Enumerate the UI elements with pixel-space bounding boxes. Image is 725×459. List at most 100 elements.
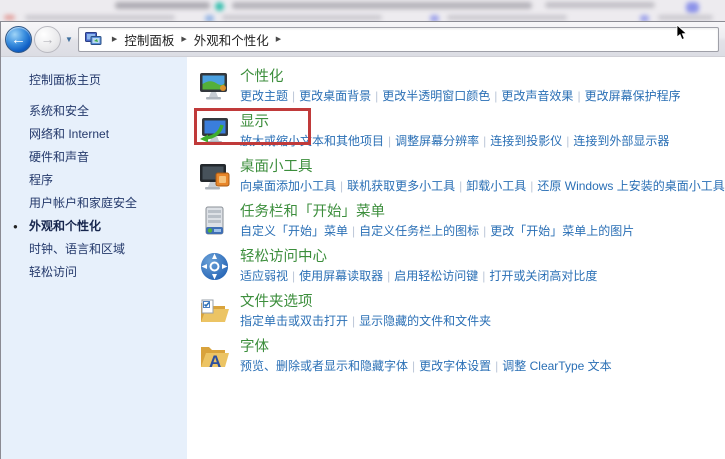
task-link[interactable]: 更改声音效果 xyxy=(501,89,573,103)
task-link[interactable]: 自定义「开始」菜单 xyxy=(240,224,348,238)
task-link[interactable]: 联机获取更多小工具 xyxy=(347,179,455,193)
category-title-桌面小工具[interactable]: 桌面小工具 xyxy=(240,158,725,177)
category-row: A 字体 预览、删除或者显示和隐藏字体|更改字体设置|调整 ClearType … xyxy=(198,338,725,383)
task-link[interactable]: 使用屏幕读取器 xyxy=(299,269,383,283)
desktop-gadgets-icon xyxy=(198,160,231,193)
task-link[interactable]: 显示隐藏的文件和文件夹 xyxy=(359,314,491,328)
link-separator: | xyxy=(292,269,295,283)
link-separator: | xyxy=(387,269,390,283)
link-separator: | xyxy=(482,269,485,283)
task-link[interactable]: 更改字体设置 xyxy=(419,359,491,373)
category-title-显示[interactable]: 显示 xyxy=(240,113,669,132)
task-links: 适应弱视 | 使用屏幕读取器 | 启用轻松访问键 | 打开或关闭高对比度 xyxy=(240,268,597,285)
sidebar-item-网络和 Internet[interactable]: ●网络和 Internet xyxy=(29,123,187,146)
sidebar-item-label: 网络和 Internet xyxy=(29,127,109,141)
sidebar-item-label: 轻松访问 xyxy=(29,265,77,279)
category-row: 文件夹选项 指定单击或双击打开 | 显示隐藏的文件和文件夹 xyxy=(198,293,725,338)
sidebar-item-时钟、语言和区域[interactable]: ●时钟、语言和区域 xyxy=(29,238,187,261)
task-link[interactable]: 向桌面添加小工具 xyxy=(240,179,336,193)
task-link[interactable]: 卸载小工具 xyxy=(466,179,526,193)
display-icon xyxy=(198,115,231,148)
task-links: 自定义「开始」菜单 | 自定义任务栏上的图标 | 更改「开始」菜单上的图片 xyxy=(240,223,634,240)
sidebar-item-用户帐户和家庭安全[interactable]: ●用户帐户和家庭安全 xyxy=(29,192,187,215)
sidebar-item-label: 程序 xyxy=(29,173,53,187)
task-link[interactable]: 还原 Windows 上安装的桌面小工具 xyxy=(537,179,724,193)
control-panel-window: ← → ▼ ▶ 控制面板 ▶ 外观和个性化 ▶ 控制面板主页 xyxy=(0,21,725,459)
task-links: 更改主题 | 更改桌面背景 | 更改半透明窗口颜色 | 更改声音效果 | 更改屏幕保护程序 xyxy=(240,88,681,105)
ease-of-access-icon xyxy=(198,250,231,283)
link-separator: | xyxy=(292,89,295,103)
task-link[interactable]: 指定单击或双击打开 xyxy=(240,314,348,328)
control-panel-icon xyxy=(85,32,103,46)
task-link[interactable]: 更改桌面背景 xyxy=(299,89,371,103)
sidebar-item-label: 时钟、语言和区域 xyxy=(29,242,125,256)
task-link[interactable]: 更改「开始」菜单上的图片 xyxy=(490,224,634,238)
link-separator: | xyxy=(388,134,391,148)
recent-pages-dropdown-icon[interactable]: ▼ xyxy=(65,35,73,44)
task-link[interactable]: 打开或关闭高对比度 xyxy=(489,269,597,283)
breadcrumb-chevron-icon: ▶ xyxy=(181,35,186,43)
task-link[interactable]: 连接到外部显示器 xyxy=(573,134,669,148)
personalization-icon xyxy=(198,70,231,103)
link-separator: | xyxy=(530,179,533,193)
link-separator: | xyxy=(352,224,355,238)
sidebar-item-label: 用户帐户和家庭安全 xyxy=(29,196,137,210)
task-links: 放大或缩小文本和其他项目 | 调整屏幕分辨率 | 连接到投影仪 | 连接到外部显示器 xyxy=(240,133,669,150)
breadcrumb-appearance-personalization[interactable]: 外观和个性化 xyxy=(194,30,269,49)
category-row: 个性化 更改主题 | 更改桌面背景 | 更改半透明窗口颜色 | 更改声音效果 | 更改屏幕保护程… xyxy=(198,68,725,113)
address-bar[interactable]: ▶ 控制面板 ▶ 外观和个性化 ▶ xyxy=(78,27,719,52)
link-separator: | xyxy=(495,359,498,373)
category-title-文件夹选项[interactable]: 文件夹选项 xyxy=(240,293,491,312)
sidebar-item-轻松访问[interactable]: ●轻松访问 xyxy=(29,261,187,284)
task-link[interactable]: 连接到投影仪 xyxy=(490,134,562,148)
mouse-cursor xyxy=(676,25,689,41)
breadcrumb-chevron-icon[interactable]: ▶ xyxy=(276,35,281,43)
link-separator: | xyxy=(566,134,569,148)
category-row: 显示 放大或缩小文本和其他项目 | 调整屏幕分辨率 | 连接到投影仪 | 连接到外部显示器 xyxy=(198,113,725,158)
sidebar-item-label: 外观和个性化 xyxy=(29,219,101,233)
task-link[interactable]: 放大或缩小文本和其他项目 xyxy=(240,134,384,148)
link-separator: | xyxy=(459,179,462,193)
back-button[interactable]: ← xyxy=(5,26,32,53)
window-body: 控制面板主页 ●系统和安全 ●网络和 Internet ●硬件和声音 ●程序 ●… xyxy=(1,57,725,459)
sidebar-item-control-panel-home[interactable]: 控制面板主页 xyxy=(29,69,187,92)
sidebar-item-系统和安全[interactable]: ●系统和安全 xyxy=(29,100,187,123)
category-row: 桌面小工具 向桌面添加小工具 | 联机获取更多小工具 | 卸载小工具 | 还原 Window… xyxy=(198,158,725,203)
link-separator: | xyxy=(352,314,355,328)
link-separator: | xyxy=(375,89,378,103)
task-link[interactable]: 更改屏幕保护程序 xyxy=(585,89,681,103)
link-separator: | xyxy=(340,179,343,193)
task-links: 预览、删除或者显示和隐藏字体|更改字体设置|调整 ClearType 文本 xyxy=(240,358,612,375)
teal-dot xyxy=(215,2,224,11)
sidebar: 控制面板主页 ●系统和安全 ●网络和 Internet ●硬件和声音 ●程序 ●… xyxy=(1,57,187,459)
folder-options-icon xyxy=(198,295,231,328)
task-link[interactable]: 更改主题 xyxy=(240,89,288,103)
link-separator: | xyxy=(494,89,497,103)
category-title-个性化[interactable]: 个性化 xyxy=(240,68,681,87)
sidebar-item-硬件和声音[interactable]: ●硬件和声音 xyxy=(29,146,187,169)
task-link[interactable]: 调整 ClearType 文本 xyxy=(502,359,611,373)
task-link[interactable]: 适应弱视 xyxy=(240,269,288,283)
sidebar-item-label: 系统和安全 xyxy=(29,104,89,118)
fonts-icon: A xyxy=(198,340,231,373)
task-link[interactable]: 启用轻松访问键 xyxy=(394,269,478,283)
sidebar-item-程序[interactable]: ●程序 xyxy=(29,169,187,192)
link-separator: | xyxy=(483,134,486,148)
task-link[interactable]: 更改半透明窗口颜色 xyxy=(382,89,490,103)
forward-button[interactable]: → xyxy=(34,26,61,53)
category-title-字体[interactable]: 字体 xyxy=(240,338,612,357)
task-link[interactable]: 调整屏幕分辨率 xyxy=(395,134,479,148)
task-link[interactable]: 自定义任务栏上的图标 xyxy=(359,224,479,238)
link-separator: | xyxy=(483,224,486,238)
task-link[interactable]: 预览、删除或者显示和隐藏字体 xyxy=(240,359,408,373)
sidebar-item-外观和个性化[interactable]: ●外观和个性化 xyxy=(29,215,187,238)
link-separator: | xyxy=(577,89,580,103)
breadcrumb-chevron-icon: ▶ xyxy=(112,35,117,43)
category-title-任务栏和「开始」菜单[interactable]: 任务栏和「开始」菜单 xyxy=(240,203,634,222)
category-title-轻松访问中心[interactable]: 轻松访问中心 xyxy=(240,248,597,267)
taskbar-start-menu-icon xyxy=(198,205,231,238)
active-bullet-icon: ● xyxy=(13,215,18,238)
breadcrumb-control-panel[interactable]: 控制面板 xyxy=(124,30,174,49)
navigation-bar: ← → ▼ ▶ 控制面板 ▶ 外观和个性化 ▶ xyxy=(1,22,725,57)
background-blur-strip xyxy=(0,0,725,21)
